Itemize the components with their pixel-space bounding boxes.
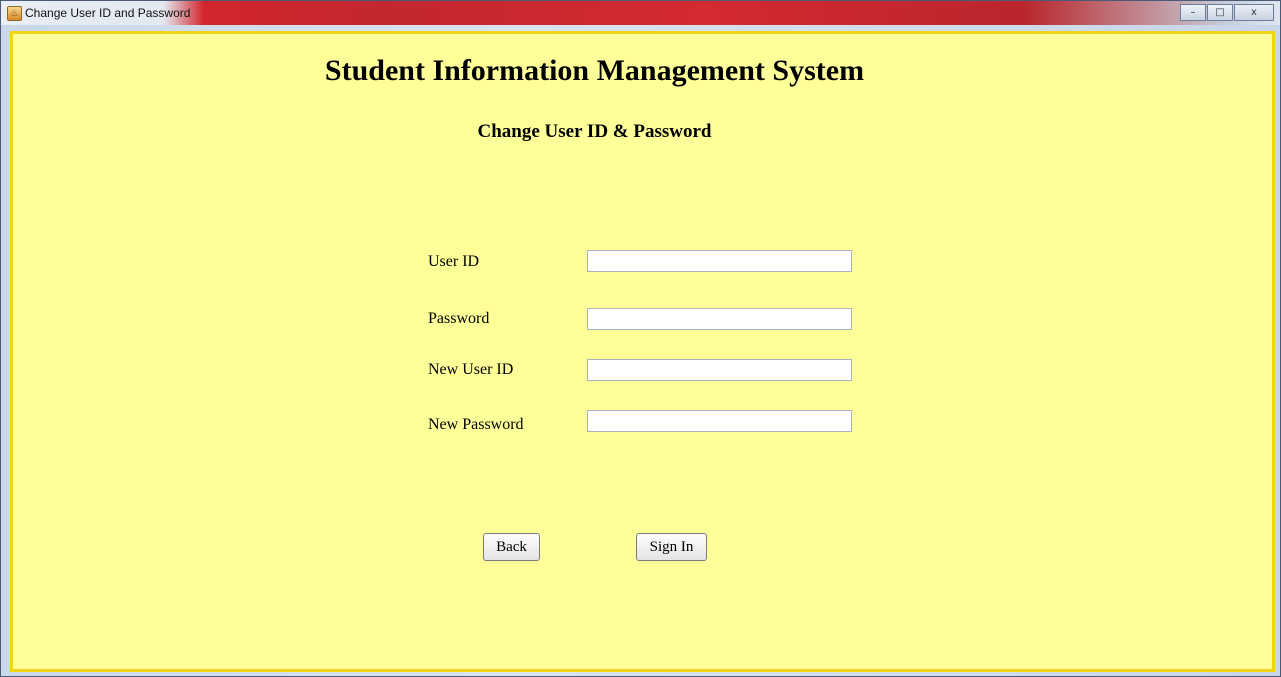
minimize-button[interactable]: –	[1180, 4, 1206, 21]
password-field[interactable]	[587, 308, 852, 330]
user-id-field[interactable]	[587, 250, 852, 272]
back-button[interactable]: Back	[483, 533, 540, 561]
new-user-id-field[interactable]	[587, 359, 852, 381]
window-title-area: ♨ Change User ID and Password	[1, 1, 205, 25]
title-bar[interactable]: ♨ Change User ID and Password – □ x	[1, 1, 1280, 25]
sign-in-button[interactable]: Sign In	[636, 533, 707, 561]
window-title: Change User ID and Password	[25, 6, 191, 20]
page-subtitle: Change User ID & Password	[477, 121, 712, 142]
close-button[interactable]: x	[1234, 4, 1274, 21]
user-id-label: User ID	[428, 253, 480, 270]
window-controls: – □ x	[1179, 4, 1274, 21]
java-icon: ♨	[7, 6, 22, 21]
content-panel: Student Information Management System Ch…	[10, 31, 1275, 672]
new-password-label: New Password	[428, 416, 524, 433]
maximize-button[interactable]: □	[1207, 4, 1233, 21]
app-window: ♨ Change User ID and Password – □ x Stud…	[0, 0, 1281, 677]
new-user-id-label: New User ID	[428, 361, 514, 378]
new-password-field[interactable]	[587, 410, 852, 432]
page-title: Student Information Management System	[324, 54, 865, 87]
password-label: Password	[428, 310, 490, 327]
